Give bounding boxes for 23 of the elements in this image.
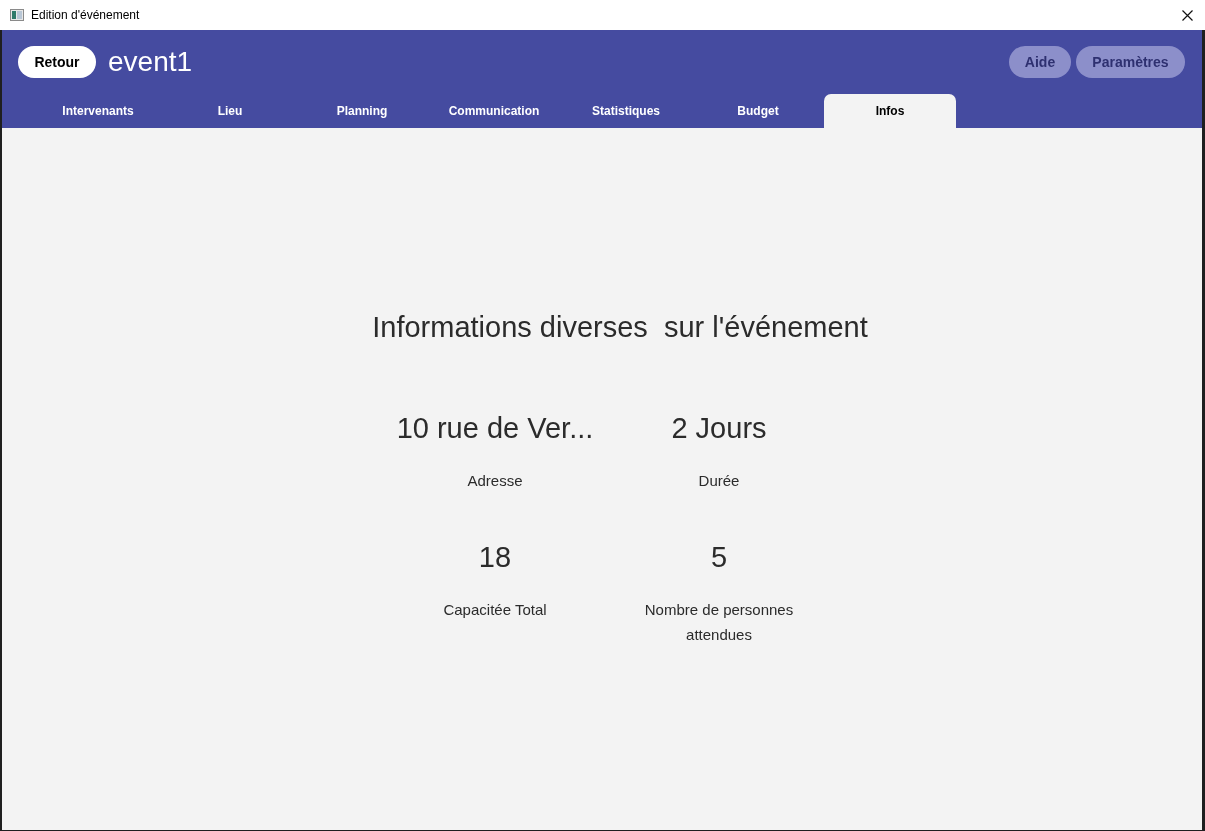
- back-button[interactable]: Retour: [18, 46, 96, 78]
- window-title: Edition d'événement: [31, 7, 140, 24]
- info-label: Durée: [698, 470, 740, 491]
- tab[interactable]: Planning: [296, 94, 428, 128]
- info-value: 5: [710, 539, 728, 575]
- info-label: Capacitée Total: [443, 599, 547, 620]
- close-icon: [1181, 9, 1193, 21]
- info-value: 10 rue de Ver...: [396, 410, 594, 446]
- tab[interactable]: Budget: [692, 94, 824, 128]
- section-title: Informations diverses sur l'événement: [372, 310, 868, 345]
- info-label: Nombre de personnes attendues: [643, 599, 795, 645]
- tab[interactable]: Lieu: [164, 94, 296, 128]
- tab[interactable]: Infos: [824, 94, 956, 128]
- info-value: 2 Jours: [671, 410, 767, 446]
- info-label: Adresse: [467, 470, 523, 491]
- event-name: event1: [108, 45, 193, 79]
- app-window-icon: [10, 9, 24, 21]
- tab[interactable]: Intervenants: [32, 94, 164, 128]
- settings-button[interactable]: Paramètres: [1076, 46, 1185, 78]
- help-button[interactable]: Aide: [1009, 46, 1071, 78]
- info-value: 18: [478, 539, 512, 575]
- tab[interactable]: Statistiques: [560, 94, 692, 128]
- tab[interactable]: Communication: [428, 94, 560, 128]
